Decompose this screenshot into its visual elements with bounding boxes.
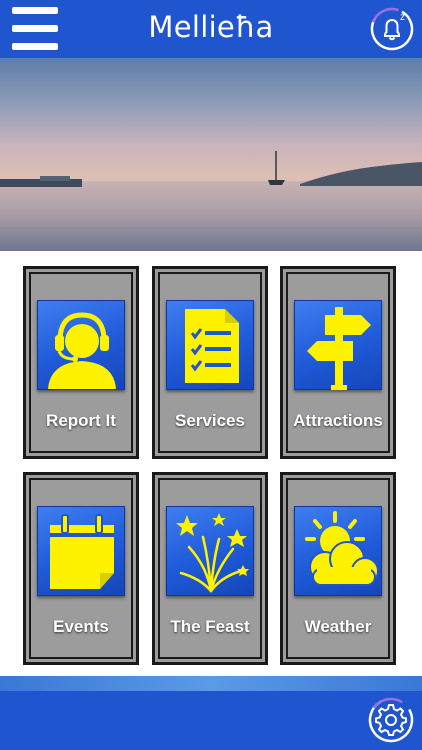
- hero-image: [0, 58, 422, 251]
- tile-services[interactable]: Services: [152, 266, 268, 459]
- tile-label: Attractions: [293, 411, 383, 430]
- tile-label: Weather: [304, 617, 372, 636]
- tile-label: Report It: [46, 411, 116, 430]
- bell-icon: z: [370, 7, 414, 51]
- tile-icon-box: [166, 506, 254, 596]
- tile-the-feast[interactable]: The Feast: [152, 472, 268, 665]
- gear-icon: [368, 697, 414, 743]
- signpost-icon: [307, 307, 371, 390]
- checklist-document-icon: [185, 309, 239, 383]
- tile-icon-box: [294, 300, 382, 390]
- tile-attractions[interactable]: Attractions: [280, 266, 396, 459]
- notifications-button[interactable]: z: [369, 6, 415, 52]
- tile-label: Services: [175, 411, 245, 430]
- app-header: Mellieħa z: [0, 0, 422, 58]
- tile-icon-box: [37, 506, 125, 596]
- tile-label: The Feast: [170, 617, 250, 636]
- sunset-bay-image: [0, 58, 422, 251]
- tile-weather[interactable]: Weather: [280, 472, 396, 665]
- menu-bar: [12, 43, 58, 50]
- fireworks-icon: [176, 513, 249, 593]
- menu-grid: Report It Services Attractions Events Th…: [0, 251, 422, 676]
- tile-report-it[interactable]: Report It: [23, 266, 139, 459]
- tile-icon-box: [37, 300, 125, 390]
- footer-divider: [0, 676, 422, 691]
- tile-label: Events: [53, 617, 109, 636]
- page-title: Mellieħa: [148, 10, 274, 44]
- notification-badge: z: [400, 12, 405, 23]
- tile-events[interactable]: Events: [23, 472, 139, 665]
- settings-button[interactable]: [367, 696, 415, 744]
- tile-icon-box: [294, 506, 382, 596]
- tile-icon-box: [166, 300, 254, 390]
- sun-cloud-icon: [305, 511, 379, 586]
- headset-support-icon: [48, 312, 116, 389]
- app-footer: [0, 691, 422, 750]
- calendar-icon: [50, 514, 114, 589]
